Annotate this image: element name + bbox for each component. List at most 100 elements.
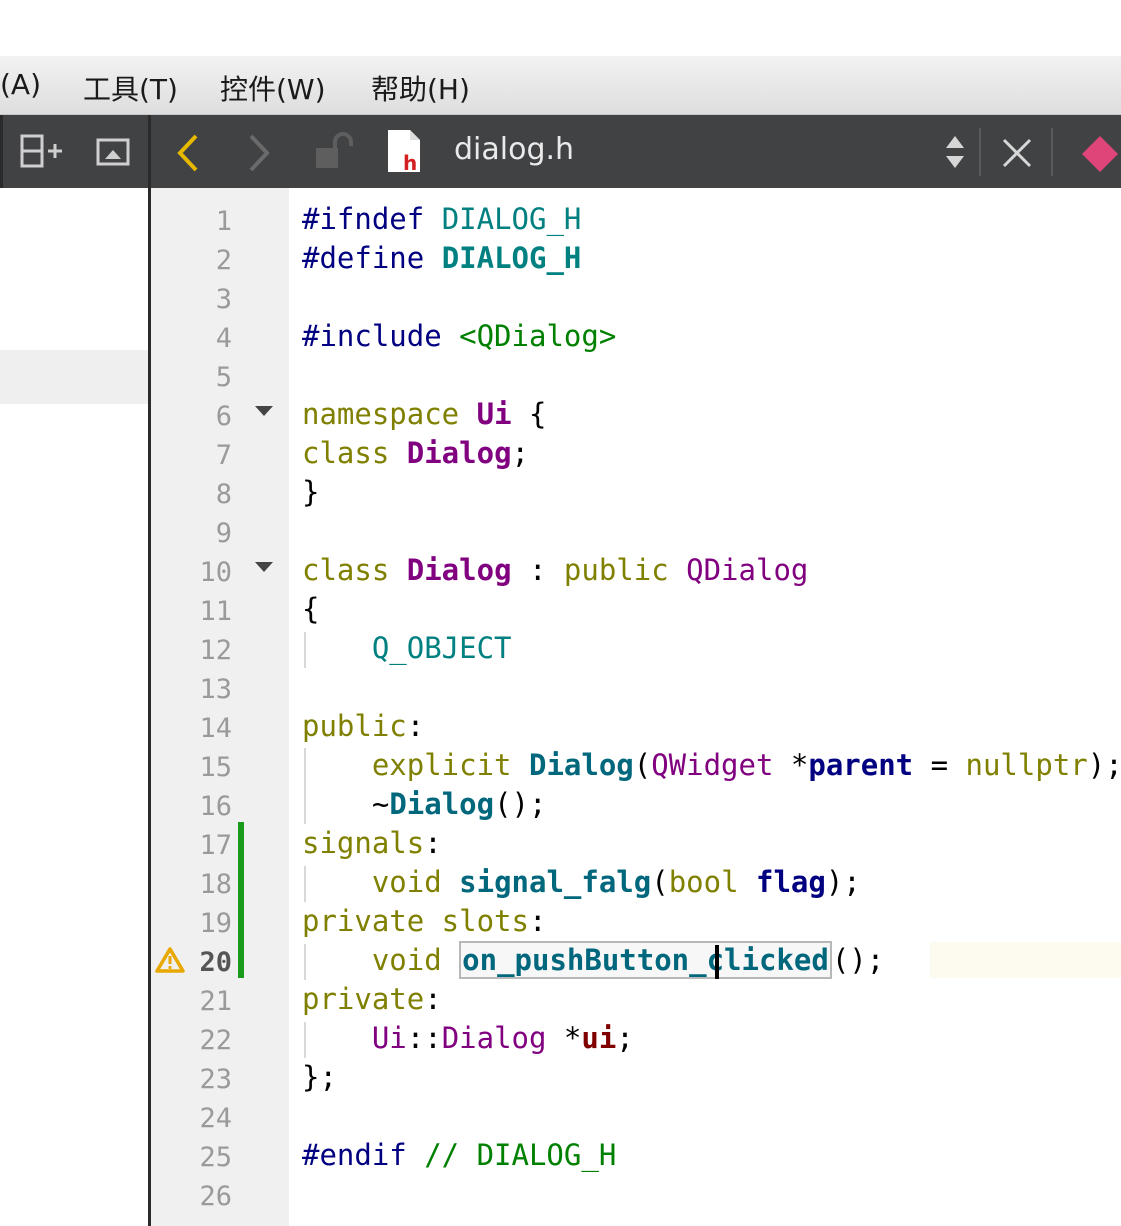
code-token: #define — [302, 241, 442, 275]
code-token: flag — [756, 865, 826, 899]
code-token: ( — [633, 748, 652, 782]
line-number: 15 — [199, 752, 232, 783]
line-number: 8 — [215, 479, 232, 510]
bookmark-icon[interactable] — [1078, 134, 1121, 174]
line-number: 6 — [215, 401, 232, 432]
code-token: ); — [825, 865, 861, 899]
code-line[interactable]: public: — [302, 709, 424, 743]
code-token: explicit — [371, 748, 529, 782]
line-number: 26 — [199, 1181, 232, 1212]
unlock-icon[interactable] — [313, 132, 355, 172]
code-token: signals — [302, 826, 425, 860]
code-line[interactable]: explicit Dialog(QWidget *parent = nullpt… — [302, 748, 1121, 782]
close-icon[interactable] — [1000, 136, 1034, 170]
menu-item-tools[interactable]: 工具(T) — [83, 68, 178, 108]
code-line[interactable]: ~Dialog(); — [302, 787, 547, 821]
code-token: QDialog — [686, 553, 809, 587]
code-line[interactable]: Q_OBJECT — [302, 631, 512, 665]
code-token: on_pushButton_clicked — [459, 941, 832, 979]
code-token: Dialog — [406, 553, 512, 587]
sidebar-selected-row[interactable] — [0, 350, 148, 404]
line-number: 25 — [199, 1142, 232, 1173]
code-line[interactable]: private slots: — [302, 904, 546, 938]
file-name[interactable]: dialog.h — [454, 132, 574, 167]
code-token: :: — [406, 1021, 442, 1055]
code-token: ); — [1087, 748, 1121, 782]
screen-icon[interactable] — [96, 137, 132, 169]
sidebar-panel — [0, 188, 148, 1226]
code-token: namespace — [302, 397, 477, 431]
code-token: } — [302, 475, 320, 509]
code-line[interactable]: class Dialog : public QDialog — [302, 553, 808, 587]
code-line[interactable]: class Dialog; — [302, 436, 529, 470]
back-arrow-icon[interactable] — [174, 132, 202, 174]
code-token: <QDialog> — [459, 319, 617, 353]
code-token: #ifndef — [302, 202, 442, 236]
code-token: Dialog — [406, 436, 512, 470]
menu-item-analyze[interactable]: (A) — [0, 68, 41, 101]
code-line[interactable]: #define DIALOG_H — [302, 241, 581, 275]
line-number: 22 — [199, 1025, 232, 1056]
file-icon-letter: h — [403, 151, 417, 174]
updown-icon[interactable] — [944, 134, 966, 170]
code-token: #endif — [302, 1138, 425, 1172]
code-line[interactable]: void on_pushButton_clicked (); — [302, 941, 885, 979]
code-line[interactable]: }; — [302, 1060, 337, 1094]
menu-item-help[interactable]: 帮助(H) — [371, 68, 470, 108]
line-number: 9 — [215, 518, 232, 549]
line-number: 23 — [199, 1064, 232, 1095]
code-token: signal_falg — [459, 865, 652, 899]
code-token: ui — [581, 1021, 617, 1055]
line-number: 12 — [199, 635, 232, 666]
code-line[interactable]: namespace Ui { — [302, 397, 546, 431]
code-token: QWidget — [651, 748, 774, 782]
code-line[interactable]: void signal_falg(bool flag); — [302, 865, 861, 899]
sidebar-toolbar — [0, 115, 148, 188]
code-line[interactable]: #endif // DIALOG_H — [302, 1138, 616, 1172]
toolbar-separator — [979, 128, 981, 176]
line-number: 3 — [215, 284, 232, 315]
fold-arrow-icon[interactable] — [255, 406, 273, 416]
code-token: Dialog — [389, 787, 495, 821]
forward-arrow-icon[interactable] — [245, 132, 273, 174]
editor-toolbar — [151, 115, 1121, 188]
code-line[interactable]: Ui::Dialog *ui; — [302, 1021, 634, 1055]
code-token: Dialog — [441, 1021, 547, 1055]
code-token: nullptr — [965, 748, 1088, 782]
code-line[interactable]: #include <QDialog> — [302, 319, 616, 353]
toolbar-edge — [0, 115, 3, 188]
fold-arrow-icon[interactable] — [255, 562, 273, 572]
line-number: 11 — [199, 596, 232, 627]
code-line[interactable]: private: — [302, 982, 442, 1016]
code-token: (); — [831, 943, 885, 977]
code-token: public — [563, 553, 687, 587]
line-number: 1 — [215, 206, 232, 237]
code-token: private — [302, 982, 425, 1016]
code-token: ; — [616, 1021, 634, 1055]
line-number: 19 — [199, 908, 232, 939]
menu-item-widgets[interactable]: 控件(W) — [220, 68, 326, 108]
header-file-icon: h — [388, 130, 420, 174]
code-token: * — [546, 1021, 582, 1055]
line-number: 14 — [199, 713, 232, 744]
split-add-icon[interactable] — [20, 133, 66, 171]
warning-icon[interactable] — [155, 946, 185, 974]
code-line[interactable]: signals: — [302, 826, 442, 860]
indent-guide — [304, 748, 306, 824]
code-token: : — [528, 904, 547, 938]
code-token: ( — [651, 865, 669, 899]
code-token: // DIALOG_H — [424, 1138, 617, 1172]
code-token: : — [424, 982, 442, 1016]
line-number: 5 — [215, 362, 232, 393]
code-token: : — [406, 709, 425, 743]
code-token: void — [371, 865, 460, 899]
code-token: parent — [808, 748, 914, 782]
line-number: 17 — [199, 830, 232, 861]
code-line[interactable]: #ifndef DIALOG_H — [302, 202, 581, 236]
code-line[interactable]: } — [302, 475, 319, 509]
code-line[interactable]: { — [302, 592, 319, 626]
